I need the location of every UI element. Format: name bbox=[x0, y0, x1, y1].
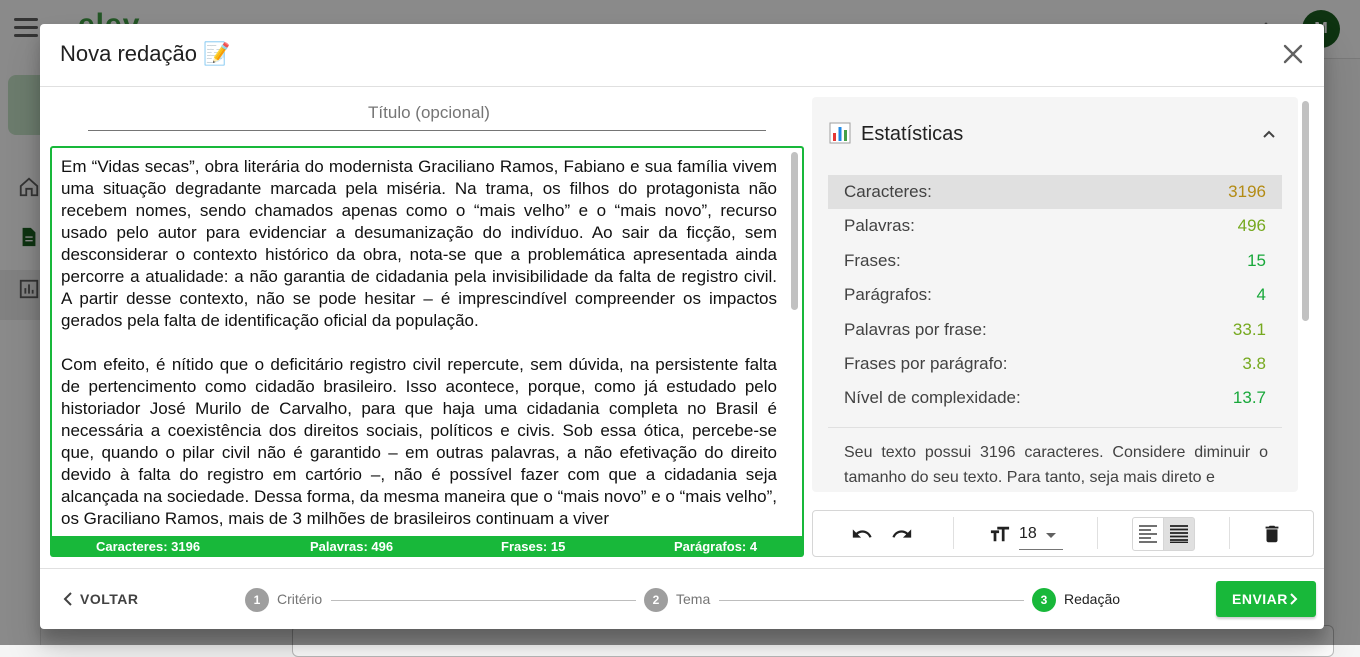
statistics-description: Seu texto possui 3196 caracteres. Consid… bbox=[844, 444, 1268, 486]
essay-paragraph: Com efeito, é nítido que o deficitário r… bbox=[61, 355, 777, 528]
trash-icon[interactable] bbox=[1261, 523, 1283, 545]
bar-chart-icon bbox=[829, 122, 851, 144]
text-size-icon bbox=[990, 526, 1010, 542]
dialog-footer: VOLTAR 1 Critério 2 Tema 3 Redação ENVIA… bbox=[40, 568, 1324, 629]
status-words: Palavras: 496 bbox=[310, 539, 394, 554]
align-left-button[interactable] bbox=[1132, 517, 1164, 551]
stat-label: Parágrafos: bbox=[844, 285, 932, 305]
stat-row-sentences-per-paragraph: Frases por parágrafo: 3.8 bbox=[828, 347, 1282, 381]
caret-down-icon bbox=[1046, 533, 1056, 538]
align-justify-icon bbox=[1170, 525, 1188, 543]
toolbar-separator bbox=[953, 517, 954, 549]
statistics-list: Caracteres: 3196 Palavras: 496 Frases: 1… bbox=[828, 175, 1282, 416]
stat-label: Palavras por frase: bbox=[844, 319, 987, 339]
stat-value: 4 bbox=[1256, 285, 1266, 305]
font-size-select[interactable]: 18 bbox=[1019, 521, 1063, 550]
stat-label: Frases: bbox=[844, 250, 901, 270]
stat-label: Caracteres: bbox=[844, 182, 932, 201]
close-icon[interactable] bbox=[1281, 42, 1305, 66]
stat-row-words: Palavras: 496 bbox=[828, 209, 1282, 243]
essay-paragraph: Em “Vidas secas”, obra literária do mode… bbox=[61, 157, 777, 330]
stat-value: 13.7 bbox=[1232, 388, 1266, 408]
stat-label: Nível de complexidade: bbox=[844, 388, 1021, 408]
essay-editor[interactable]: Em “Vidas secas”, obra literária do mode… bbox=[50, 146, 804, 536]
step-connector bbox=[719, 600, 1024, 601]
stat-value: 3.8 bbox=[1242, 353, 1266, 373]
step-number: 1 bbox=[245, 588, 269, 612]
essay-text[interactable]: Em “Vidas secas”, obra literária do mode… bbox=[61, 156, 777, 536]
back-label: VOLTAR bbox=[80, 591, 139, 607]
statistics-panel: Estatísticas Caracteres: 3196 Palavras: … bbox=[812, 97, 1298, 492]
step-connector bbox=[331, 600, 636, 601]
title-field bbox=[88, 96, 770, 131]
font-size-value: 18 bbox=[1019, 525, 1037, 542]
title-input[interactable] bbox=[88, 96, 770, 130]
editor-status-bar: Caracteres: 3196 Palavras: 496 Frases: 1… bbox=[50, 536, 804, 557]
stat-label: Palavras: bbox=[844, 216, 915, 236]
dialog-title: Nova redação 📝 bbox=[60, 41, 231, 66]
toolbar-separator bbox=[1097, 517, 1098, 549]
undo-icon[interactable] bbox=[851, 523, 873, 545]
stat-value: 3196 bbox=[1228, 182, 1266, 201]
step-number: 3 bbox=[1032, 588, 1056, 612]
status-sentences: Frases: 15 bbox=[501, 539, 566, 554]
stat-value: 15 bbox=[1247, 250, 1266, 270]
step-label: Redação bbox=[1064, 591, 1121, 607]
stat-row-characters: Caracteres: 3196 bbox=[828, 175, 1282, 210]
step-label: Critério bbox=[277, 591, 323, 607]
align-left-icon bbox=[1139, 525, 1157, 543]
divider bbox=[828, 427, 1282, 428]
align-justify-button[interactable] bbox=[1163, 517, 1195, 551]
new-essay-dialog: Nova redação 📝 Em “Vidas secas”, obra li… bbox=[40, 24, 1324, 629]
status-paragraphs: Parágrafos: 4 bbox=[674, 539, 758, 554]
send-button[interactable]: ENVIAR bbox=[1216, 581, 1316, 617]
chevron-left-icon bbox=[63, 592, 72, 606]
redo-icon[interactable] bbox=[891, 523, 913, 545]
chevron-right-icon bbox=[1290, 593, 1298, 605]
editor-scrollbar[interactable] bbox=[791, 152, 798, 310]
stat-value: 496 bbox=[1237, 216, 1266, 236]
stat-row-paragraphs: Parágrafos: 4 bbox=[828, 278, 1282, 312]
stat-row-sentences: Frases: 15 bbox=[828, 244, 1282, 278]
stat-value: 33.1 bbox=[1232, 319, 1266, 339]
dialog-header: Nova redação 📝 bbox=[40, 24, 1324, 87]
toolbar-separator bbox=[1229, 517, 1230, 549]
stat-row-complexity: Nível de complexidade: 13.7 bbox=[828, 381, 1282, 415]
stat-label: Frases por parágrafo: bbox=[844, 353, 1008, 373]
send-label: ENVIAR bbox=[1232, 591, 1288, 607]
chevron-up-icon[interactable] bbox=[1262, 127, 1276, 141]
status-characters: Caracteres: 3196 bbox=[96, 539, 201, 554]
panel-scrollbar[interactable] bbox=[1302, 101, 1309, 321]
step-label: Tema bbox=[676, 591, 711, 607]
step-number: 2 bbox=[644, 588, 668, 612]
back-button[interactable]: VOLTAR bbox=[58, 582, 138, 616]
editor-toolbar: 18 bbox=[812, 510, 1314, 557]
statistics-title: Estatísticas bbox=[861, 123, 964, 145]
stat-row-words-per-sentence: Palavras por frase: 33.1 bbox=[828, 313, 1282, 347]
